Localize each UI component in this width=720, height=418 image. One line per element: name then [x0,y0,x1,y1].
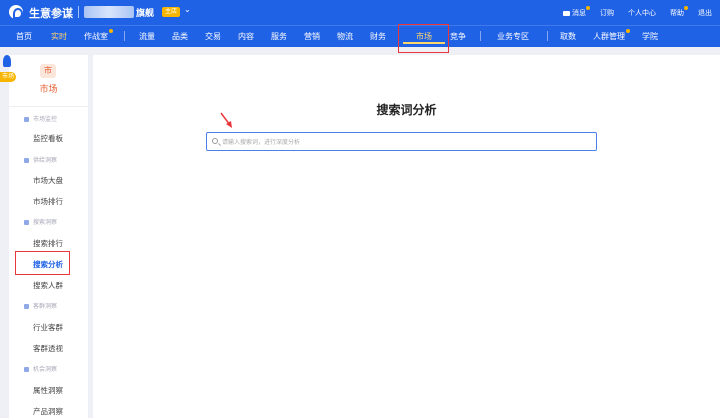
subscribe-link[interactable]: 订购 [600,8,614,18]
help-dot [684,6,688,10]
nav-data-fetch[interactable]: 取数 [560,26,576,48]
nav-competition[interactable]: 竞争 [450,26,466,48]
main-nav: 首页 实时 作战室 流量 品类 交易 内容 服务 营销 物流 财务 市场 竞争 … [0,25,720,47]
help-label: 帮助 [670,9,684,17]
sidebar-item-industry-crowd[interactable]: 行业客群 [33,322,63,333]
brand-divider [78,6,79,18]
nav-battle-room[interactable]: 作战室 [84,26,108,48]
nav-finance[interactable]: 财务 [370,26,386,48]
main-content: 搜索词分析 [93,55,720,418]
shop-name[interactable]: 旗舰 [136,6,154,19]
nav-crowd-management[interactable]: 人群管理 [593,26,625,48]
top-links: 消息 订购 个人中心 帮助 退出 [563,6,712,18]
nav-academy[interactable]: 学院 [642,26,658,48]
sidebar-item-product-insight[interactable]: 产品洞察 [33,406,63,417]
shop-switch-chevron-icon[interactable]: ⌄ [184,5,191,14]
nav-category[interactable]: 品类 [172,26,188,48]
sidebar-title: 市场 [39,85,58,95]
rocket-tag[interactable]: 市场 [0,72,17,82]
highlight-box-search-analysis [15,251,70,275]
sidebar-item-dashboard[interactable]: 监控看板 [33,133,63,144]
page-title: 搜索词分析 [376,103,437,117]
shop-badge: 主店 [162,7,181,17]
nav-battle-dot [109,29,113,33]
profile-link[interactable]: 个人中心 [628,8,656,18]
sidebar-group-customer: 客群洞察 [24,301,57,310]
search-input[interactable] [222,136,592,148]
nav-content[interactable]: 内容 [238,26,254,48]
sidebar-group-monitor: 市场监控 [24,114,57,123]
nav-home[interactable]: 首页 [16,26,32,48]
messages-dot [586,6,590,10]
sidebar-item-attribute-insight[interactable]: 属性洞察 [33,385,63,396]
sidebar-header: 市 市场 [9,55,88,107]
nav-marketing[interactable]: 营销 [304,26,320,48]
nav-traffic[interactable]: 流量 [139,26,155,48]
sidebar-item-crowd-perspective[interactable]: 客群透视 [33,343,63,354]
messages-link[interactable]: 消息 [563,6,590,18]
shop-name-redacted [84,6,134,18]
nav-service[interactable]: 服务 [271,26,287,48]
search-box[interactable] [206,132,597,151]
logout-link[interactable]: 退出 [698,8,712,18]
highlight-box-market-tab [398,24,449,53]
sidebar-group-opportunity: 机会洞察 [24,364,57,373]
sidebar-group-insight: 供给洞察 [24,155,57,164]
search-icon [212,138,218,144]
nav-realtime[interactable]: 实时 [51,26,67,48]
brand-title[interactable]: 生意参谋 [29,5,73,21]
nav-crowd-dot [626,29,630,33]
annotation-arrow-icon [220,112,232,128]
sidebar-item-market-rank[interactable]: 市场排行 [33,196,63,207]
nav-divider [547,31,548,41]
messages-label: 消息 [572,9,586,17]
nav-divider [480,31,481,41]
nav-divider [124,31,125,41]
market-icon: 市 [40,64,56,78]
app-logo-icon[interactable] [9,5,23,19]
sidebar-item-market-overview[interactable]: 市场大盘 [33,175,63,186]
nav-logistics[interactable]: 物流 [337,26,353,48]
rocket-body [3,55,11,67]
message-icon [563,10,570,16]
sidebar: 市 市场 市场监控 监控看板 供给洞察 市场大盘 市场排行 搜索洞察 搜索排行 … [9,55,88,418]
nav-business-zone[interactable]: 业务专区 [497,26,529,48]
nav-trade[interactable]: 交易 [205,26,221,48]
sidebar-item-search-crowd[interactable]: 搜索人群 [33,280,63,291]
help-link[interactable]: 帮助 [670,6,688,18]
sidebar-item-search-rank[interactable]: 搜索排行 [33,238,63,249]
top-bar: 生意参谋 旗舰 主店 ⌄ 消息 订购 个人中心 帮助 退出 [0,0,720,25]
sidebar-group-search: 搜索洞察 [24,217,57,226]
